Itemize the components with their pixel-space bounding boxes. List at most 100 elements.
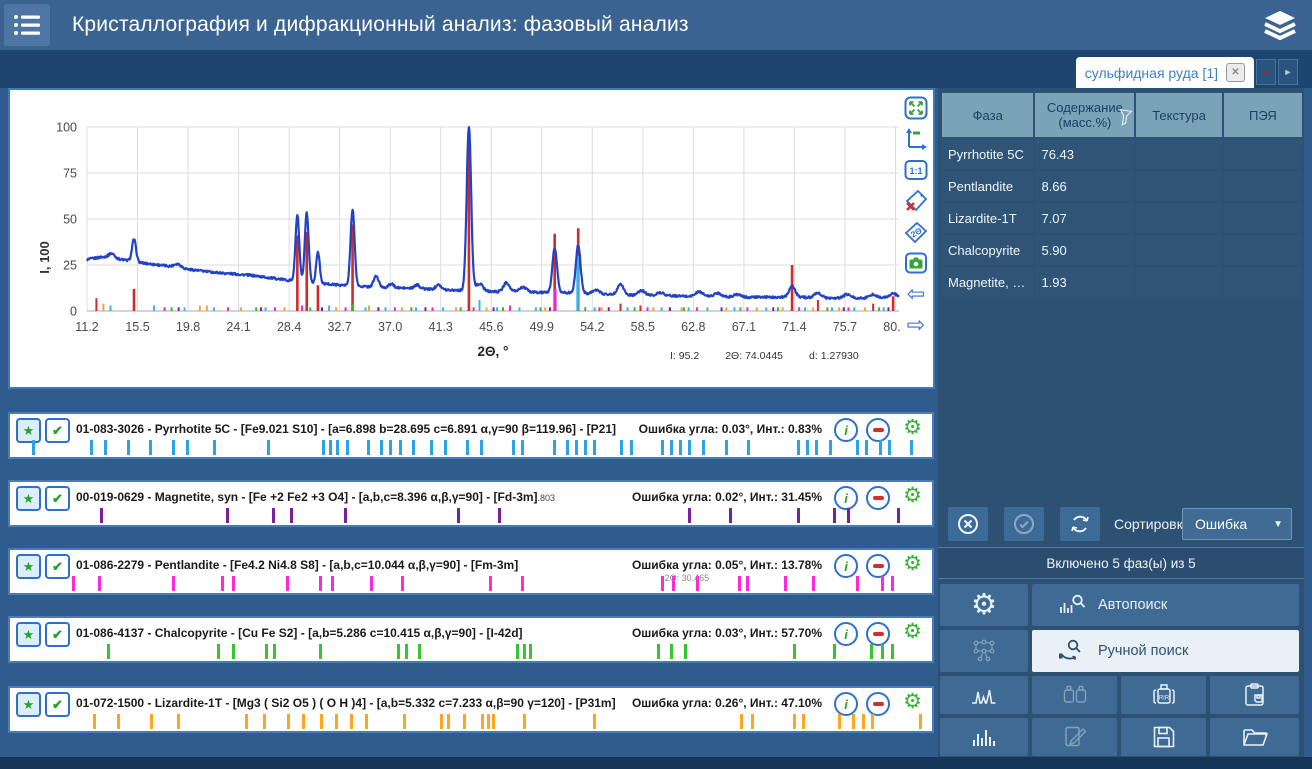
table-row[interactable]: Magnetite, …1.93: [942, 267, 1302, 297]
autosearch-button[interactable]: Автопоиск: [1032, 584, 1299, 626]
angle-labels-icon[interactable]: 2Θ: [903, 219, 929, 245]
save-button[interactable]: [1121, 718, 1206, 756]
tick-mark: [684, 644, 687, 659]
tab-next-icon[interactable]: ►: [1278, 59, 1298, 85]
rir-quantification-button[interactable]: RIR: [1121, 676, 1206, 714]
edit-button[interactable]: [1032, 718, 1117, 756]
tick-mark: [865, 440, 868, 455]
tick-mark: [32, 440, 35, 455]
table-row[interactable]: Chalcopyrite5.90: [942, 235, 1302, 265]
tick-mark: [329, 440, 332, 455]
tick-mark: [72, 576, 75, 591]
tick-mark: [891, 576, 894, 591]
table-cell: Magnetite, …: [942, 267, 1033, 297]
remove-phase-icon[interactable]: [866, 692, 890, 716]
close-icon[interactable]: ✕: [1226, 63, 1245, 82]
tick-mark: [221, 576, 224, 591]
screenshot-camera-icon[interactable]: [903, 250, 929, 276]
tick-mark: [322, 440, 325, 455]
select-all-icon[interactable]: [1004, 507, 1044, 541]
settings-button[interactable]: ⚙: [940, 584, 1028, 626]
info-icon[interactable]: i: [834, 418, 858, 442]
tick-mark: [346, 440, 349, 455]
manual-search-button[interactable]: Ручной поиск: [1032, 630, 1299, 672]
gear-icon[interactable]: ⚙: [903, 689, 922, 714]
remove-phase-icon[interactable]: [866, 622, 890, 646]
paste-button[interactable]: [1210, 676, 1299, 714]
info-icon[interactable]: i: [834, 486, 858, 510]
open-folder-button[interactable]: [1210, 718, 1299, 756]
table-row[interactable]: Pyrrhotite 5C76.43: [942, 139, 1302, 169]
remove-phase-icon[interactable]: [866, 554, 890, 578]
info-icon[interactable]: i: [834, 622, 858, 646]
info-icon[interactable]: i: [834, 692, 858, 716]
xrd-plot[interactable]: 025507510011.215.519.824.128.432.737.041…: [10, 90, 933, 387]
tick-mark: [881, 644, 884, 659]
hamburger-menu-icon[interactable]: [4, 4, 50, 46]
phase-error-stats: Ошибка угла: 0.03°, Инт.: 57.70%: [632, 626, 822, 640]
gear-icon[interactable]: ⚙: [903, 415, 922, 440]
tick-mark: [172, 576, 175, 591]
tick-mark: [186, 440, 189, 455]
pattern-view-button[interactable]: [940, 676, 1028, 714]
tick-mark: [127, 440, 130, 455]
y-axis-label: I, 100: [37, 241, 52, 274]
table-cell: [1136, 235, 1222, 265]
info-icon[interactable]: i: [834, 554, 858, 578]
gear-icon[interactable]: ⚙: [903, 619, 922, 644]
phase-row[interactable]: ★ ✔ 01-083-3026 - Pyrrhotite 5C - [Fe9.0…: [8, 412, 934, 459]
invert-selection-icon[interactable]: [1060, 507, 1100, 541]
tick-mark: [302, 714, 305, 729]
undo-arrow-icon[interactable]: ⇦: [903, 281, 929, 307]
phase-error-stats: Ошибка угла: 0.03°, Инт.: 0.83%: [639, 422, 822, 436]
fit-view-icon[interactable]: [903, 95, 929, 121]
tick-mark: [584, 440, 587, 455]
column-header-pea[interactable]: ПЭЯ: [1224, 93, 1302, 137]
tick-mark: [149, 440, 152, 455]
svg-text:54.2: 54.2: [580, 320, 604, 334]
phase-description: 01-083-3026 - Pyrrhotite 5C - [Fe9.021 S…: [76, 422, 616, 436]
table-row[interactable]: Lizardite-1T7.07: [942, 203, 1302, 233]
column-header-phase[interactable]: Фаза: [942, 93, 1033, 137]
gear-icon[interactable]: ⚙: [903, 551, 922, 576]
svg-text:67.1: 67.1: [732, 320, 756, 334]
tick-mark: [523, 644, 526, 659]
table-cell: Lizardite-1T: [942, 203, 1033, 233]
tab-prev-icon[interactable]: ◄: [1256, 59, 1276, 85]
tick-mark: [319, 644, 322, 659]
tick-mark: [344, 508, 347, 523]
phase-row[interactable]: ★ ✔ 01-086-4137 - Chalcopyrite - [Cu Fe …: [8, 616, 934, 663]
tick-mark: [463, 714, 466, 729]
tick-mark: [389, 440, 392, 455]
tab-sample[interactable]: сульфидная руда [1] ✕: [1076, 57, 1254, 88]
table-row[interactable]: Pentlandite8.66: [942, 171, 1302, 201]
scale-1-1-icon[interactable]: 1:1: [903, 157, 929, 183]
remove-phase-icon[interactable]: [866, 418, 890, 442]
sort-dropdown[interactable]: Ошибка ▼: [1182, 508, 1292, 540]
histogram-button[interactable]: [940, 718, 1028, 756]
tick-mark: [117, 714, 120, 729]
app-header: Кристаллография и дифракционный анализ: …: [0, 0, 1312, 50]
layers-icon[interactable]: [1258, 8, 1302, 42]
gear-icon[interactable]: ⚙: [903, 483, 922, 508]
remove-phase-icon[interactable]: [866, 486, 890, 510]
tick-mark: [226, 508, 229, 523]
tick-mark: [802, 714, 805, 729]
deselect-all-icon[interactable]: [948, 507, 988, 541]
tick-mark: [412, 440, 415, 455]
tick-mark: [793, 714, 796, 729]
column-header-content[interactable]: Содержание (масс.%): [1035, 93, 1134, 137]
remove-labels-icon[interactable]: [903, 188, 929, 214]
column-header-texture[interactable]: Текстура: [1136, 93, 1222, 137]
axes-icon[interactable]: [903, 126, 929, 152]
phase-row[interactable]: ★ ✔ 01-086-2279 - Pentlandite - [Fe4.2 N…: [8, 548, 934, 595]
phase-error-stats: Ошибка угла: 0.05°, Инт.: 13.78%: [632, 558, 822, 572]
svg-text:RIR: RIR: [1158, 696, 1169, 702]
redo-arrow-icon[interactable]: ⇨: [903, 312, 929, 338]
standards-button[interactable]: [1032, 676, 1117, 714]
network-analysis-button[interactable]: [940, 630, 1028, 672]
phase-row[interactable]: ★ ✔ 01-072-1500 - Lizardite-1T - [Mg3 ( …: [8, 686, 934, 733]
tick-mark: [747, 440, 750, 455]
phase-row[interactable]: ★ ✔ 00-019-0629 - Magnetite, syn - [Fe +…: [8, 480, 934, 527]
table-cell: [1136, 171, 1222, 201]
